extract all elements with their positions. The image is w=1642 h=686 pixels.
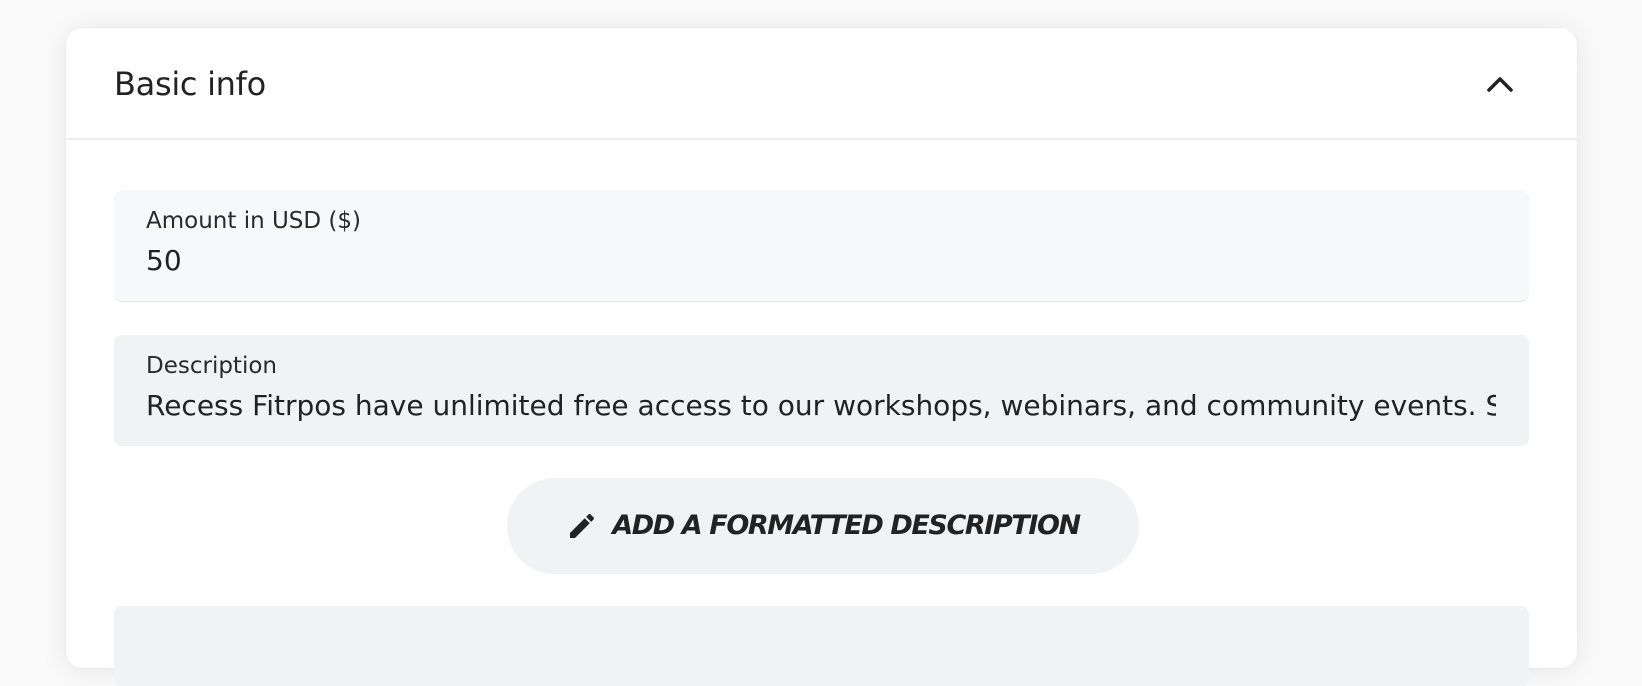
chevron-up-icon — [1487, 77, 1513, 92]
description-input[interactable]: Recess Fitrpos have unlimited free acces… — [146, 387, 1496, 425]
add-formatted-description-button[interactable]: ADD A FORMATTED DESCRIPTION — [507, 478, 1139, 574]
description-label: Description — [146, 353, 277, 379]
description-field[interactable]: Description Recess Fitrpos have unlimite… — [114, 335, 1529, 446]
section-title: Basic info — [114, 65, 266, 103]
next-field[interactable] — [114, 606, 1529, 686]
format-button-label: ADD A FORMATTED DESCRIPTION — [612, 510, 1081, 541]
amount-input[interactable]: 50 — [146, 242, 1496, 280]
basic-info-card: Basic info Amount in USD ($) 50 Descript… — [66, 28, 1577, 686]
collapse-button[interactable] — [1474, 58, 1526, 110]
amount-label: Amount in USD ($) — [146, 208, 362, 234]
amount-field[interactable]: Amount in USD ($) 50 — [114, 190, 1529, 301]
card-header[interactable]: Basic info — [66, 28, 1577, 140]
format-button-content: ADD A FORMATTED DESCRIPTION — [566, 508, 1081, 544]
pencil-icon — [570, 513, 595, 538]
